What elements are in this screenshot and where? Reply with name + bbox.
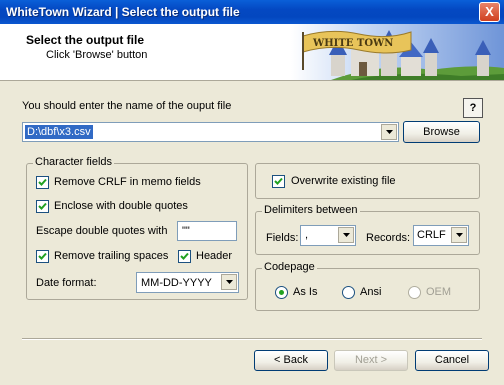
step-subtitle: Click 'Browse' button xyxy=(46,49,148,61)
header-label[interactable]: Header xyxy=(196,250,232,262)
overwrite-group: Overwrite existing file xyxy=(255,163,480,199)
codepage-asis-label[interactable]: As Is xyxy=(293,286,317,298)
codepage-asis-radio[interactable] xyxy=(275,286,288,299)
overwrite-label[interactable]: Overwrite existing file xyxy=(291,175,396,187)
escape-quotes-field[interactable]: "" xyxy=(177,221,237,241)
output-file-label: You should enter the name of the ouput f… xyxy=(22,100,232,112)
chevron-down-icon xyxy=(225,280,233,284)
records-delimiter-value: CRLF xyxy=(417,229,446,241)
fields-delimiter-value: , xyxy=(305,229,309,241)
date-format-label: Date format: xyxy=(36,277,97,289)
codepage-ansi-radio[interactable] xyxy=(342,286,355,299)
checkmark-icon xyxy=(38,252,47,260)
output-path-value[interactable]: D:\dbf\x3.csv xyxy=(25,125,93,139)
button-separator xyxy=(22,338,482,340)
delimiters-group: Delimiters between Fields: , Records: CR… xyxy=(255,204,480,255)
fields-dropdown-button[interactable] xyxy=(338,227,354,243)
enclose-quotes-checkbox[interactable] xyxy=(36,200,49,213)
remove-crlf-label[interactable]: Remove CRLF in memo fields xyxy=(54,176,201,188)
remove-crlf-checkbox[interactable] xyxy=(36,176,49,189)
escape-quotes-label: Escape double quotes with xyxy=(36,225,168,237)
codepage-ansi-label[interactable]: Ansi xyxy=(360,286,381,298)
character-fields-legend: Character fields xyxy=(33,156,115,168)
browse-button[interactable]: Browse xyxy=(403,121,480,143)
checkmark-icon xyxy=(180,252,189,260)
remove-trailing-checkbox[interactable] xyxy=(36,250,49,263)
chevron-down-icon xyxy=(385,130,393,134)
codepage-oem-radio[interactable] xyxy=(408,286,421,299)
checkmark-icon xyxy=(38,178,47,186)
remove-trailing-label[interactable]: Remove trailing spaces xyxy=(54,250,168,262)
help-button[interactable]: ? xyxy=(463,98,483,118)
cancel-button[interactable]: Cancel xyxy=(415,350,489,371)
chevron-down-icon xyxy=(455,233,463,237)
close-button[interactable]: X xyxy=(479,2,500,22)
records-delimiter-select[interactable]: CRLF xyxy=(413,225,469,246)
checkmark-icon xyxy=(274,177,283,185)
output-path-combobox[interactable]: D:\dbf\x3.csv xyxy=(22,122,399,142)
codepage-oem-label[interactable]: OEM xyxy=(426,286,451,298)
next-button[interactable]: Next > xyxy=(334,350,408,371)
codepage-group: Codepage As Is Ansi OEM xyxy=(255,261,480,311)
checkmark-icon xyxy=(38,202,47,210)
radio-selected-dot xyxy=(279,290,284,295)
codepage-legend: Codepage xyxy=(262,261,317,273)
wizard-header: Select the output file Click 'Browse' bu… xyxy=(0,24,504,81)
logo-text: WHITE TOWN xyxy=(312,38,393,49)
window-title: WhiteTown Wizard | Select the output fil… xyxy=(6,5,240,19)
delimiters-legend: Delimiters between xyxy=(262,204,360,216)
date-format-value: MM-DD-YYYY xyxy=(141,277,212,289)
step-title: Select the output file xyxy=(26,33,145,47)
escape-quotes-value: "" xyxy=(182,225,190,237)
fields-delimiter-label: Fields: xyxy=(266,232,299,244)
date-format-select[interactable]: MM-DD-YYYY xyxy=(136,272,239,293)
fields-delimiter-select[interactable]: , xyxy=(300,225,356,246)
title-bar[interactable]: WhiteTown Wizard | Select the output fil… xyxy=(0,0,504,24)
records-dropdown-button[interactable] xyxy=(451,227,467,243)
chevron-down-icon xyxy=(342,233,350,237)
overwrite-checkbox[interactable] xyxy=(272,175,285,188)
enclose-quotes-label[interactable]: Enclose with double quotes xyxy=(54,200,188,212)
date-format-dropdown-button[interactable] xyxy=(221,274,237,290)
character-fields-group: Character fields Remove CRLF in memo fie… xyxy=(26,156,248,300)
path-dropdown-button[interactable] xyxy=(381,124,397,140)
castle-logo-icon: WHITE TOWN xyxy=(291,24,504,80)
back-button[interactable]: < Back xyxy=(254,350,328,371)
header-checkbox[interactable] xyxy=(178,250,191,263)
records-delimiter-label: Records: xyxy=(366,232,411,244)
